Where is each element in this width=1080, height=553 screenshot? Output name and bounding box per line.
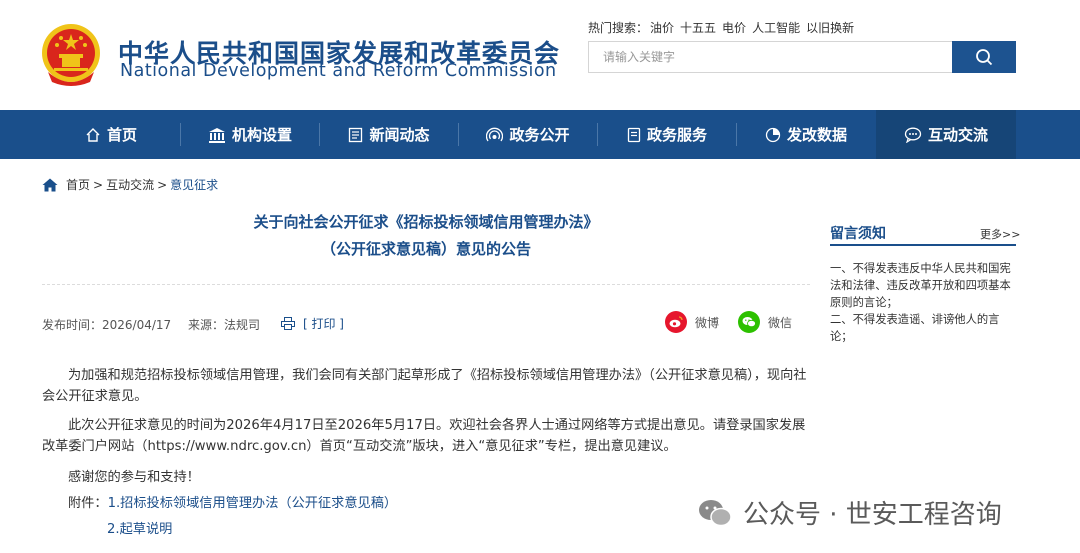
home-icon [86,127,100,142]
nav-item-home[interactable]: 首页 [42,110,180,159]
breadcrumb-home[interactable]: 首页 [66,176,90,193]
nav-item-news[interactable]: 新闻动态 [320,110,458,159]
building-icon [208,127,225,143]
sidebar-more-link[interactable]: 更多>> [980,226,1020,242]
nav-item-label: 政务公开 [509,126,570,144]
nav-item-label: 首页 [106,126,137,144]
breadcrumb-current[interactable]: 意见征求 [170,176,218,193]
hot-word-link[interactable]: 油价 [650,21,674,35]
breadcrumb-interaction[interactable]: 互动交流 [106,176,154,193]
hot-search-label: 热门搜索： [588,21,649,35]
print-button[interactable]: [ 打印 ] [281,315,344,332]
chat-icon [904,127,922,143]
attachment-row: 2.起草说明 [107,519,507,540]
main-nav: 首页 机构设置 新闻动态 政务公开 政务服务 发改数据 互动交流 [0,110,1080,159]
hot-word-link[interactable]: 以旧换新 [806,21,854,35]
breadcrumb-separator: > [157,177,168,192]
search-button[interactable] [952,41,1016,73]
article-paragraph: 为加强和规范招标投标领域信用管理，我们会同有关部门起草形成了《招标投标领域信用管… [42,368,807,404]
printer-icon [281,317,295,330]
broadcast-icon [486,127,504,141]
search-input[interactable]: 请输入关键字 [588,41,952,73]
home-icon[interactable] [42,178,58,192]
nav-item-organization[interactable]: 机构设置 [181,110,319,159]
hot-search: 热门搜索： 油价 十五五 电价 人工智能 以旧换新 [588,19,860,36]
title-divider [42,284,810,285]
article-title-line2: （公开征求意见稿）意见的公告 [320,240,531,258]
article-paragraph: 感谢您的参与和支持！ [68,470,200,485]
breadcrumb: 首页 > 互动交流 > 意见征求 [42,176,218,193]
share-wechat-label: 微信 [768,315,793,330]
hot-word-link[interactable]: 十五五 [680,21,716,35]
nav-item-interaction[interactable]: 互动交流 [876,110,1016,159]
print-label: [ 打印 ] [303,317,344,331]
article-paragraph: 此次公开征求意见的时间为2026年4月17日至2026年5月17日。欢迎社会各界… [42,418,806,454]
nav-item-gov-services[interactable]: 政务服务 [598,110,736,159]
wechat-icon [738,311,760,333]
sidebar-notice-text: 一、不得发表违反中华人民共和国宪法和法律、违反改革开放和四项基本原则的言论； 二… [830,262,1011,343]
attachment-row: 附件：1.招标投标领域信用管理办法（公开征求意见稿） [42,493,810,514]
sidebar-title: 留言须知 [830,226,886,242]
sidebar-underline [830,244,1016,246]
publish-time: 发布时间：2026/04/17 [42,318,172,332]
share-wechat-button[interactable]: 微信 [738,311,792,333]
weibo-icon [665,311,687,333]
nav-item-label: 机构设置 [231,126,292,144]
share-weibo-label: 微博 [695,315,720,330]
news-icon [349,127,363,142]
site-title-en: National Development and Reform Commissi… [120,61,557,81]
national-emblem-icon [42,24,100,86]
article-source: 来源：法规司 [188,318,261,332]
nav-item-label: 发改数据 [786,126,847,144]
hot-word-link[interactable]: 人工智能 [752,21,800,35]
attachment-link[interactable]: 1.招标投标领域信用管理办法（公开征求意见稿） [108,496,398,511]
nav-item-gov-affairs[interactable]: 政务公开 [459,110,597,159]
site-header: 中华人民共和国国家发展和改革委员会 National Development a… [0,0,1080,110]
document-icon [627,127,641,142]
nav-item-label: 政务服务 [646,126,707,144]
search-icon [976,49,993,66]
breadcrumb-separator: > [93,177,104,192]
attachment-label: 附件： [68,496,108,511]
share-weibo-button[interactable]: 微博 [665,311,719,333]
wechat-logo-icon [699,499,732,526]
pie-chart-icon [765,127,781,142]
watermark-text: 公众号 · 世安工程咨询 [743,500,1002,530]
nav-item-label: 互动交流 [927,126,988,144]
nav-item-label: 新闻动态 [369,126,430,144]
article-title-line1: 关于向社会公开征求《招标投标领域信用管理办法》 [253,213,599,231]
nav-item-data[interactable]: 发改数据 [737,110,875,159]
attachment-link[interactable]: 2.起草说明 [107,522,172,537]
hot-word-link[interactable]: 电价 [722,21,746,35]
watermark: 公众号 · 世安工程咨询 [697,494,1002,531]
